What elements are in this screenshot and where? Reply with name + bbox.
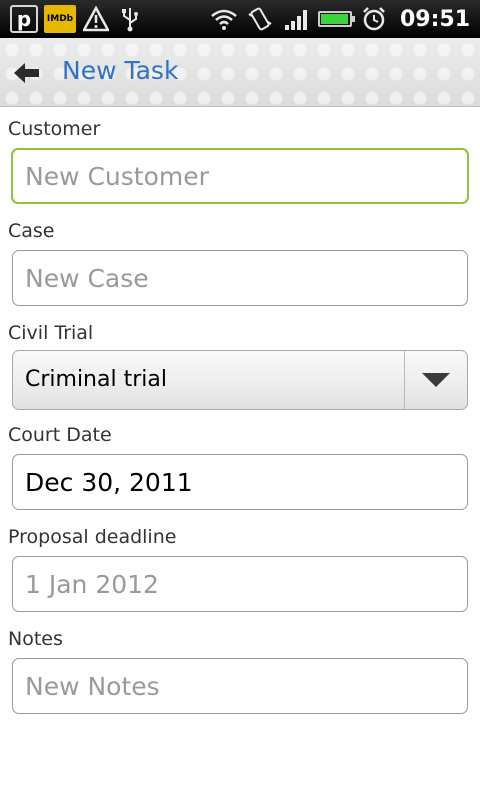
proposal-deadline-input[interactable]	[12, 556, 468, 612]
trial-type-dropdown-button[interactable]	[404, 351, 467, 409]
chevron-down-icon	[422, 373, 450, 387]
proposal-deadline-label: Proposal deadline	[8, 526, 177, 548]
court-date-value: Dec 30, 2011	[25, 467, 193, 497]
signal-icon	[282, 5, 310, 33]
case-input[interactable]	[12, 250, 468, 306]
title-bar: New Task	[0, 38, 480, 107]
warning-icon	[82, 5, 110, 33]
trial-type-select[interactable]: Criminal trial	[12, 350, 468, 410]
status-bar-system: 09:51	[210, 5, 470, 33]
alarm-icon	[360, 5, 388, 33]
customer-input[interactable]	[11, 148, 469, 204]
notes-input[interactable]	[12, 658, 468, 714]
court-date-field[interactable]: Dec 30, 2011	[12, 454, 468, 510]
back-arrow-icon	[14, 63, 39, 83]
court-date-label: Court Date	[8, 424, 112, 446]
p-notification-icon: p	[10, 5, 38, 33]
back-button[interactable]	[10, 58, 44, 88]
status-bar: p IMDb 09:51	[0, 0, 480, 38]
usb-icon	[116, 5, 144, 33]
trial-type-label: Civil Trial	[8, 322, 94, 344]
page-title: New Task	[62, 56, 179, 85]
imdb-icon: IMDb	[44, 5, 76, 33]
status-time: 09:51	[399, 6, 470, 32]
customer-label: Customer	[8, 118, 101, 140]
trial-type-selected: Criminal trial	[25, 367, 167, 392]
status-bar-notifications: p IMDb	[10, 5, 144, 33]
notes-label: Notes	[8, 628, 63, 650]
battery-icon	[317, 11, 355, 27]
wifi-icon	[210, 5, 238, 33]
case-label: Case	[8, 220, 55, 242]
vibrate-icon	[246, 5, 274, 33]
